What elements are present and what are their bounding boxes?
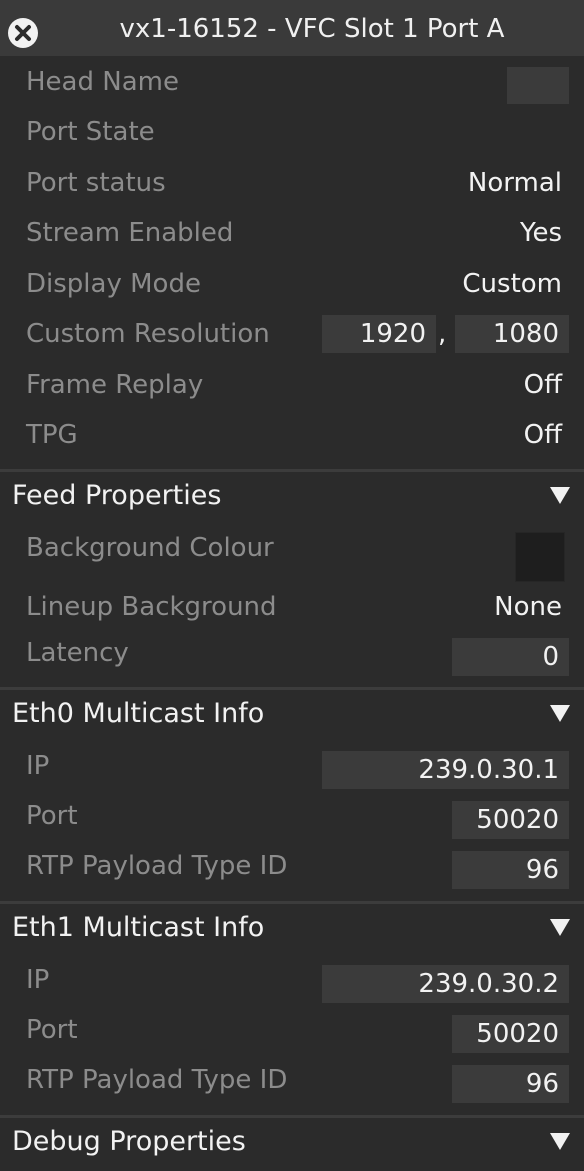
eth1-rtp-input[interactable]: 96 xyxy=(452,1065,569,1103)
tpg-label: TPG xyxy=(26,420,78,450)
feed-properties-header[interactable]: Feed Properties xyxy=(0,469,584,519)
eth1-multicast-title: Eth1 Multicast Info xyxy=(12,912,265,943)
eth0-ip-input[interactable]: 239.0.30.1 xyxy=(322,751,569,789)
eth1-ip-label: IP xyxy=(26,965,50,995)
port-status-value: Normal xyxy=(467,168,562,198)
latency-row: Latency 0 xyxy=(0,628,584,678)
eth1-rtp-label: RTP Payload Type ID xyxy=(26,1065,288,1095)
background-colour-swatch[interactable] xyxy=(515,532,565,582)
eth0-port-label: Port xyxy=(26,801,78,831)
debug-properties-title: Debug Properties xyxy=(12,1126,246,1157)
background-colour-row: Background Colour xyxy=(0,523,584,582)
debug-properties-header[interactable]: Debug Properties xyxy=(0,1115,584,1165)
display-mode-value[interactable]: Custom xyxy=(462,259,562,309)
stream-enabled-label: Stream Enabled xyxy=(26,218,234,248)
port-status-row: Port status Normal xyxy=(0,158,584,208)
close-icon[interactable] xyxy=(8,18,38,48)
custom-resolution-label: Custom Resolution xyxy=(26,319,270,349)
eth1-port-label: Port xyxy=(26,1015,78,1045)
eth0-rtp-row: RTP Payload Type ID 96 xyxy=(0,841,584,891)
latency-label: Latency xyxy=(26,638,129,668)
port-properties-panel: vx1-16152 - VFC Slot 1 Port A Head Name … xyxy=(0,0,584,1171)
lineup-background-label: Lineup Background xyxy=(26,592,277,622)
tpg-row: TPG Off xyxy=(0,410,584,460)
eth0-ip-row: IP 239.0.30.1 xyxy=(0,741,584,791)
eth1-port-input[interactable]: 50020 xyxy=(452,1015,569,1053)
frame-replay-value[interactable]: Off xyxy=(524,360,562,410)
display-mode-row: Display Mode Custom xyxy=(0,259,584,309)
port-state-row: Port State xyxy=(0,107,584,157)
title-bar: vx1-16152 - VFC Slot 1 Port A xyxy=(0,0,584,56)
frame-replay-label: Frame Replay xyxy=(26,370,204,400)
frame-replay-row: Frame Replay Off xyxy=(0,360,584,410)
eth1-ip-row: IP 239.0.30.2 xyxy=(0,955,584,1005)
latency-input[interactable]: 0 xyxy=(452,638,569,676)
eth0-rtp-label: RTP Payload Type ID xyxy=(26,851,288,881)
lineup-background-value[interactable]: None xyxy=(494,582,562,632)
custom-resolution-row: Custom Resolution 1920 , 1080 xyxy=(0,309,584,359)
triangle-down-icon[interactable] xyxy=(550,487,570,504)
lineup-background-row: Lineup Background None xyxy=(0,582,584,632)
triangle-down-icon[interactable] xyxy=(550,705,570,722)
eth1-port-row: Port 50020 xyxy=(0,1005,584,1055)
background-colour-label: Background Colour xyxy=(26,533,274,563)
triangle-down-icon[interactable] xyxy=(550,1133,570,1150)
tpg-value[interactable]: Off xyxy=(524,410,562,460)
eth0-multicast-header[interactable]: Eth0 Multicast Info xyxy=(0,687,584,737)
resolution-width-input[interactable]: 1920 xyxy=(322,315,436,353)
eth0-port-input[interactable]: 50020 xyxy=(452,801,569,839)
resolution-separator: , xyxy=(438,319,447,349)
port-state-label: Port State xyxy=(26,117,155,147)
stream-enabled-row: Stream Enabled Yes xyxy=(0,208,584,258)
display-mode-label: Display Mode xyxy=(26,269,201,299)
eth1-multicast-header[interactable]: Eth1 Multicast Info xyxy=(0,901,584,951)
eth0-rtp-input[interactable]: 96 xyxy=(452,851,569,889)
resolution-height-input[interactable]: 1080 xyxy=(455,315,569,353)
eth0-ip-label: IP xyxy=(26,751,50,781)
eth1-rtp-row: RTP Payload Type ID 96 xyxy=(0,1055,584,1105)
head-name-label: Head Name xyxy=(26,67,179,97)
eth0-port-row: Port 50020 xyxy=(0,791,584,841)
eth0-multicast-title: Eth0 Multicast Info xyxy=(12,698,265,729)
head-name-input[interactable] xyxy=(507,67,569,104)
feed-properties-title: Feed Properties xyxy=(12,480,222,511)
eth1-ip-input[interactable]: 239.0.30.2 xyxy=(322,965,569,1003)
stream-enabled-value[interactable]: Yes xyxy=(520,208,562,258)
port-status-label: Port status xyxy=(26,168,166,198)
head-name-row: Head Name xyxy=(0,57,584,107)
triangle-down-icon[interactable] xyxy=(550,919,570,936)
window-title: vx1-16152 - VFC Slot 1 Port A xyxy=(119,14,505,44)
